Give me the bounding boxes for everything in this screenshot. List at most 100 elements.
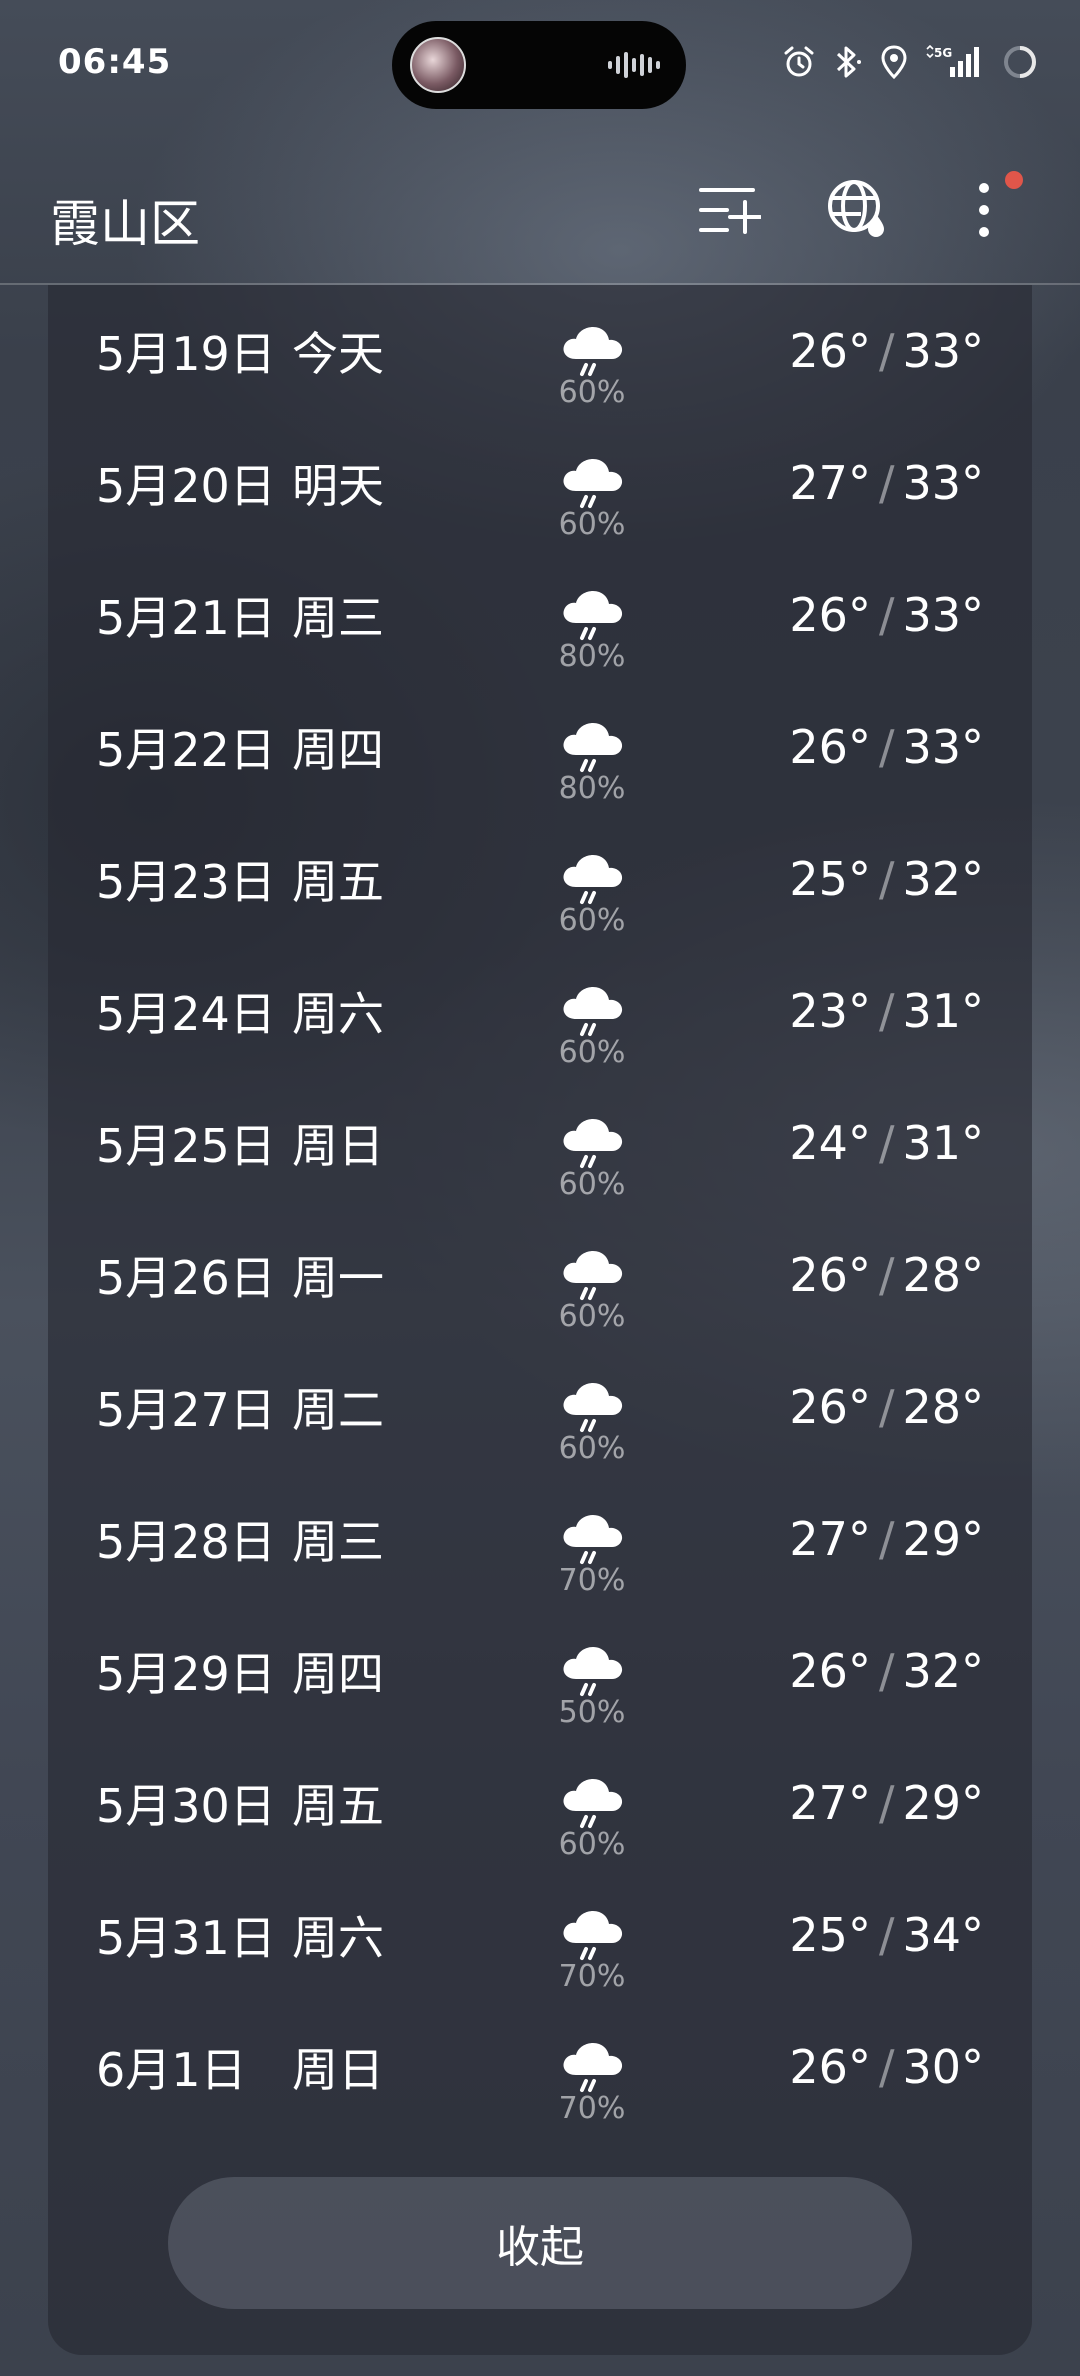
forecast-list: 5月19日 今天 60% 26°/33° 5月20日 明天 60% 27°/33… (48, 285, 1032, 2133)
temp-range: 27°/33° (789, 456, 984, 510)
status-icons: 5G (782, 44, 1038, 80)
temp-low: 26° (789, 1644, 871, 1698)
precip-probability: 60% (558, 507, 626, 542)
forecast-date: 5月20日 (96, 459, 276, 513)
temp-separator: / (878, 1644, 895, 1698)
forecast-date: 5月23日 (96, 855, 276, 909)
forecast-weekday: 今天 (292, 327, 384, 381)
temp-range: 26°/30° (789, 2040, 984, 2094)
temp-high: 28° (902, 1248, 984, 1302)
temp-high: 31° (902, 1116, 984, 1170)
temp-range: 25°/32° (789, 852, 984, 906)
forecast-weekday: 周日 (292, 2043, 384, 2097)
location-title[interactable]: 霞山区 (50, 184, 200, 256)
temp-high: 32° (902, 852, 984, 906)
rain-cloud-icon (563, 1251, 623, 1300)
temp-high: 33° (902, 324, 984, 378)
forecast-row[interactable]: 5月26日 周一 60% 26°/28° (48, 1209, 1032, 1341)
temp-range: 24°/31° (789, 1116, 984, 1170)
forecast-row[interactable]: 6月1日 周日 70% 26°/30° (48, 2001, 1032, 2133)
forecast-weekday: 周二 (292, 1383, 384, 1437)
forecast-row[interactable]: 5月31日 周六 70% 25°/34° (48, 1869, 1032, 2001)
forecast-date: 5月22日 (96, 723, 276, 777)
precip-probability: 50% (558, 1695, 626, 1730)
forecast-weekday: 周五 (292, 1779, 384, 1833)
notification-dot (1005, 171, 1023, 189)
temp-separator: / (878, 324, 895, 378)
precip-probability: 60% (558, 1035, 626, 1070)
temp-range: 23°/31° (789, 984, 984, 1038)
precip-probability: 60% (558, 1167, 626, 1202)
temp-separator: / (878, 1512, 895, 1566)
forecast-row[interactable]: 5月24日 周六 60% 23°/31° (48, 945, 1032, 1077)
add-city-button[interactable] (690, 170, 770, 250)
forecast-date: 5月31日 (96, 1911, 276, 1965)
rain-cloud-icon (563, 1383, 623, 1432)
temp-range: 25°/34° (789, 1908, 984, 1962)
forecast-panel: 5月19日 今天 60% 26°/33° 5月20日 明天 60% 27°/33… (48, 285, 1032, 2355)
temp-range: 27°/29° (789, 1512, 984, 1566)
collapse-button[interactable]: 收起 (168, 2177, 912, 2309)
forecast-row[interactable]: 5月27日 周二 60% 26°/28° (48, 1341, 1032, 1473)
temp-separator: / (878, 2040, 895, 2094)
temp-high: 33° (902, 720, 984, 774)
temp-separator: / (878, 852, 895, 906)
forecast-weekday: 周六 (292, 1911, 384, 1965)
temp-separator: / (878, 456, 895, 510)
media-avatar[interactable] (410, 37, 466, 93)
forecast-row[interactable]: 5月22日 周四 80% 26°/33° (48, 681, 1032, 813)
rain-cloud-icon (563, 987, 623, 1036)
precip-probability: 60% (558, 1827, 626, 1862)
precip-probability: 80% (558, 639, 626, 674)
rain-cloud-icon (563, 591, 623, 640)
precip-probability: 60% (558, 1299, 626, 1334)
temp-low: 24° (789, 1116, 871, 1170)
temp-high: 28° (902, 1380, 984, 1434)
forecast-weekday: 周六 (292, 987, 384, 1041)
temp-low: 26° (789, 588, 871, 642)
forecast-row[interactable]: 5月21日 周三 80% 26°/33° (48, 549, 1032, 681)
svg-text:5G: 5G (934, 46, 952, 60)
forecast-date: 5月27日 (96, 1383, 276, 1437)
temp-range: 26°/28° (789, 1248, 984, 1302)
temp-low: 23° (789, 984, 871, 1038)
temp-separator: / (878, 1380, 895, 1434)
temp-high: 31° (902, 984, 984, 1038)
forecast-weekday: 周一 (292, 1251, 384, 1305)
forecast-row[interactable]: 5月29日 周四 50% 26°/32° (48, 1605, 1032, 1737)
temp-range: 26°/33° (789, 324, 984, 378)
rain-cloud-icon (563, 723, 623, 772)
temp-range: 26°/33° (789, 588, 984, 642)
precip-probability: 70% (558, 1563, 626, 1598)
temp-range: 26°/28° (789, 1380, 984, 1434)
forecast-row[interactable]: 5月25日 周日 60% 24°/31° (48, 1077, 1032, 1209)
forecast-weekday: 周三 (292, 591, 384, 645)
audio-wave-icon (608, 52, 660, 78)
temp-low: 26° (789, 720, 871, 774)
temp-low: 26° (789, 1248, 871, 1302)
forecast-row[interactable]: 5月23日 周五 60% 25°/32° (48, 813, 1032, 945)
rain-cloud-icon (563, 1647, 623, 1696)
temp-high: 32° (902, 1644, 984, 1698)
location-icon (881, 45, 907, 79)
globe-weather-button[interactable] (818, 170, 898, 250)
forecast-row[interactable]: 5月30日 周五 60% 27°/29° (48, 1737, 1032, 1869)
temp-low: 27° (789, 1776, 871, 1830)
forecast-row[interactable]: 5月20日 明天 60% 27°/33° (48, 417, 1032, 549)
forecast-row[interactable]: 5月28日 周三 70% 27°/29° (48, 1473, 1032, 1605)
temp-high: 33° (902, 456, 984, 510)
more-vertical-icon (979, 183, 989, 237)
rain-cloud-icon (563, 459, 623, 508)
forecast-weekday: 周三 (292, 1515, 384, 1569)
rain-cloud-icon (563, 327, 623, 376)
forecast-weekday: 周四 (292, 723, 384, 777)
forecast-row[interactable]: 5月19日 今天 60% 26°/33° (48, 285, 1032, 417)
forecast-date: 5月25日 (96, 1119, 276, 1173)
temp-range: 26°/32° (789, 1644, 984, 1698)
dynamic-island[interactable] (392, 21, 686, 109)
add-city-icon (699, 188, 761, 234)
rain-cloud-icon (563, 1779, 623, 1828)
temp-low: 25° (789, 1908, 871, 1962)
precip-probability: 80% (558, 771, 626, 806)
temp-low: 27° (789, 456, 871, 510)
